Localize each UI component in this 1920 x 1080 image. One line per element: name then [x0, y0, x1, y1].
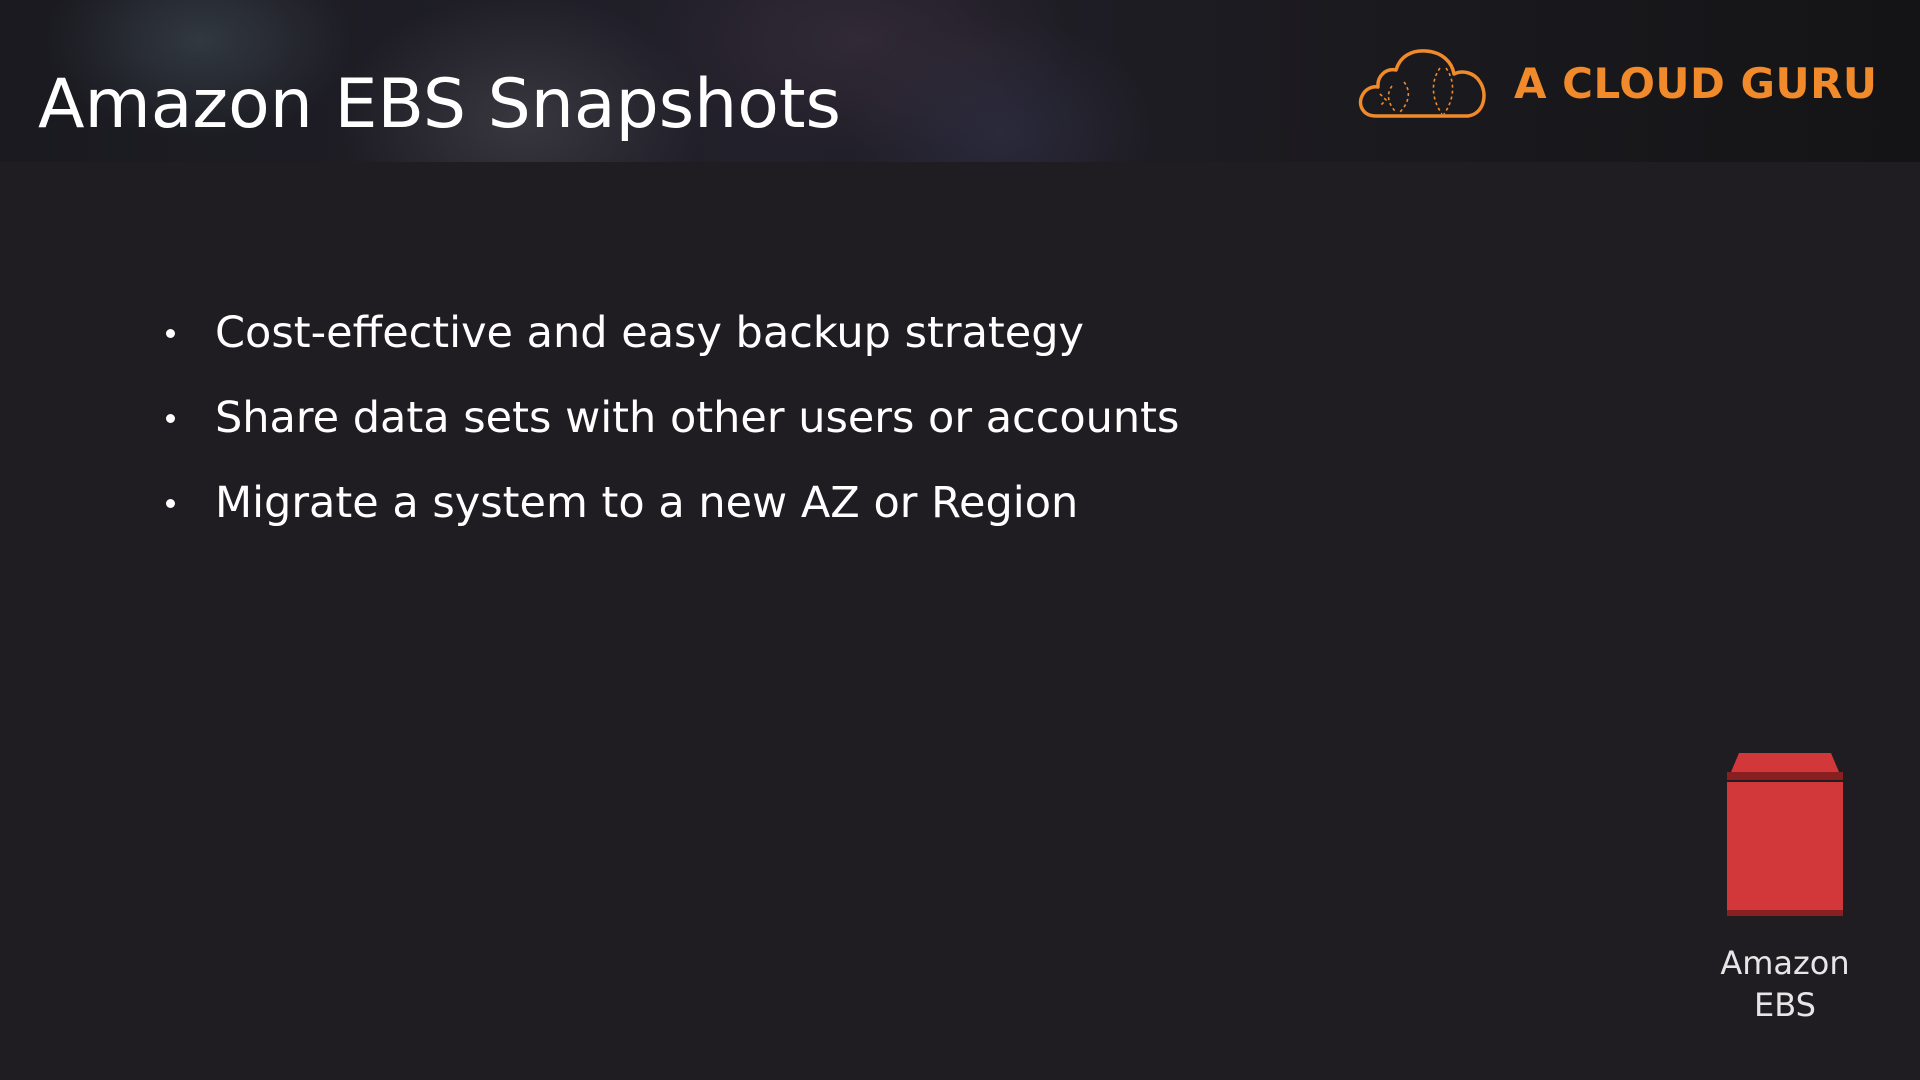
header-banner: Amazon EBS Snapshots A CLOUD GURU — [0, 0, 1920, 162]
bullet-list: Cost-effective and easy backup strategy … — [160, 298, 1179, 553]
cloud-logo-icon — [1356, 42, 1492, 124]
service-label: Amazon EBS — [1700, 942, 1870, 1026]
bullet-text: Share data sets with other users or acco… — [215, 393, 1180, 443]
bullet-text: Cost-effective and easy backup strategy — [215, 308, 1084, 358]
bullet-dot-icon — [166, 499, 175, 508]
bullet-dot-icon — [166, 329, 175, 338]
amazon-ebs-icon — [1700, 750, 1870, 918]
service-label-line2: EBS — [1754, 986, 1816, 1024]
service-label-line1: Amazon — [1720, 944, 1850, 982]
bullet-dot-icon — [166, 414, 175, 423]
amazon-ebs-service: Amazon EBS — [1700, 750, 1870, 1026]
bullet-item: Migrate a system to a new AZ or Region — [160, 468, 1179, 553]
bullet-text: Migrate a system to a new AZ or Region — [215, 478, 1079, 528]
brand-name: A CLOUD GURU — [1514, 58, 1878, 108]
bullet-item: Share data sets with other users or acco… — [160, 383, 1179, 468]
slide-title: Amazon EBS Snapshots — [38, 65, 841, 144]
slide: Amazon EBS Snapshots A CLOUD GURU Cost-e… — [0, 0, 1920, 1080]
brand-logo: A CLOUD GURU — [1356, 42, 1878, 124]
bullet-item: Cost-effective and easy backup strategy — [160, 298, 1179, 383]
